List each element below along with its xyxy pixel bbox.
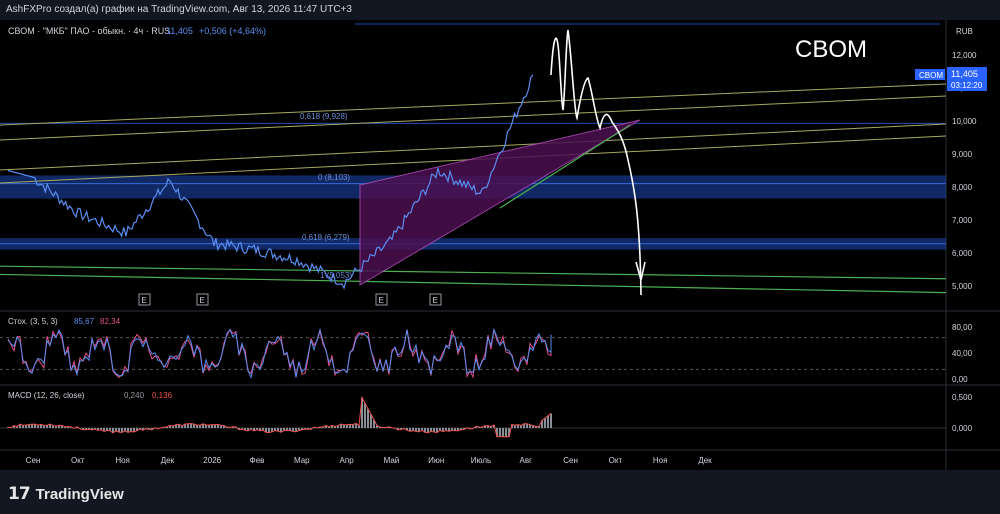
- macd-axis-0500: 0,500: [952, 393, 973, 402]
- fib-label-1: 1 (5,053): [320, 271, 352, 280]
- price-tag-value: 11,405: [951, 69, 978, 79]
- time-axis-label: Ноя: [653, 456, 668, 465]
- symbol-price: 11,405: [166, 26, 193, 36]
- price-axis-label: 12,000: [952, 51, 977, 60]
- symbol-change: +0,506 (+4,64%): [199, 26, 266, 36]
- time-axis-label: Сен: [563, 456, 578, 465]
- symbol-name: СВОМ · "МКБ" ПАО - обыкн. · 4ч · RUS: [8, 26, 170, 36]
- stoch-axis-40: 40,00: [952, 349, 973, 358]
- time-axis-label: Авг: [520, 456, 533, 465]
- stoch-label: Стох. (3, 5, 3): [8, 317, 58, 326]
- macd-value: 0,240: [124, 391, 145, 400]
- time-axis-label: Апр: [340, 456, 355, 465]
- macd-label: MACD (12, 26, close): [8, 391, 85, 400]
- time-axis-label: Май: [384, 456, 400, 465]
- tradingview-mark-icon: 17: [8, 484, 31, 504]
- time-axis-label: Окт: [609, 456, 623, 465]
- price-axis-label: 6,000: [952, 249, 973, 258]
- stoch-axis-0: 0,00: [952, 375, 968, 384]
- tradingview-wordmark: TradingView: [35, 485, 124, 503]
- stoch-k-value: 85,67: [74, 317, 95, 326]
- currency-label: RUB: [956, 27, 973, 36]
- macd-axis-0000: 0,000: [952, 424, 973, 433]
- time-axis-label: Мар: [294, 456, 310, 465]
- macd-signal-value: 0,136: [152, 391, 173, 400]
- time-axis-label: Сен: [26, 456, 41, 465]
- stoch-d-value: 82,34: [100, 317, 121, 326]
- price-tag-symbol: CBOM: [919, 71, 943, 80]
- footer-bar: [0, 470, 1000, 514]
- time-axis-label: Июн: [428, 456, 444, 465]
- svg-text:E: E: [379, 296, 384, 305]
- price-axis-label: 10,000: [952, 117, 977, 126]
- ticker-annotation: CBOM: [795, 36, 867, 63]
- time-axis-label: Фев: [250, 456, 265, 465]
- price-tag-countdown: 03:12:20: [951, 81, 983, 90]
- time-axis-label: 2026: [203, 456, 221, 465]
- stoch-axis-80: 80,00: [952, 323, 973, 332]
- price-axis-label: 7,000: [952, 216, 973, 225]
- price-axis-label: 8,000: [952, 183, 973, 192]
- time-axis-label: Дек: [161, 456, 175, 465]
- price-axis-label: 9,000: [952, 150, 973, 159]
- svg-text:E: E: [433, 296, 438, 305]
- fib-label-0618-upper: 0,618 (9,928): [300, 112, 348, 121]
- time-axis-label: Ноя: [115, 456, 130, 465]
- svg-text:E: E: [200, 296, 205, 305]
- chart-svg[interactable]: 12,00011,00010,0009,0008,0007,0006,0005,…: [0, 0, 1000, 470]
- time-axis-label: Июль: [471, 456, 491, 465]
- tradingview-logo[interactable]: 17 TradingView: [8, 484, 124, 504]
- fib-label-0: 0 (8,103): [318, 173, 350, 182]
- price-axis-label: 5,000: [952, 282, 973, 291]
- svg-text:E: E: [142, 296, 147, 305]
- time-axis-label: Дек: [698, 456, 712, 465]
- time-axis-label: Окт: [71, 456, 85, 465]
- fib-label-0618-lower: 0,618 (6,279): [302, 233, 350, 242]
